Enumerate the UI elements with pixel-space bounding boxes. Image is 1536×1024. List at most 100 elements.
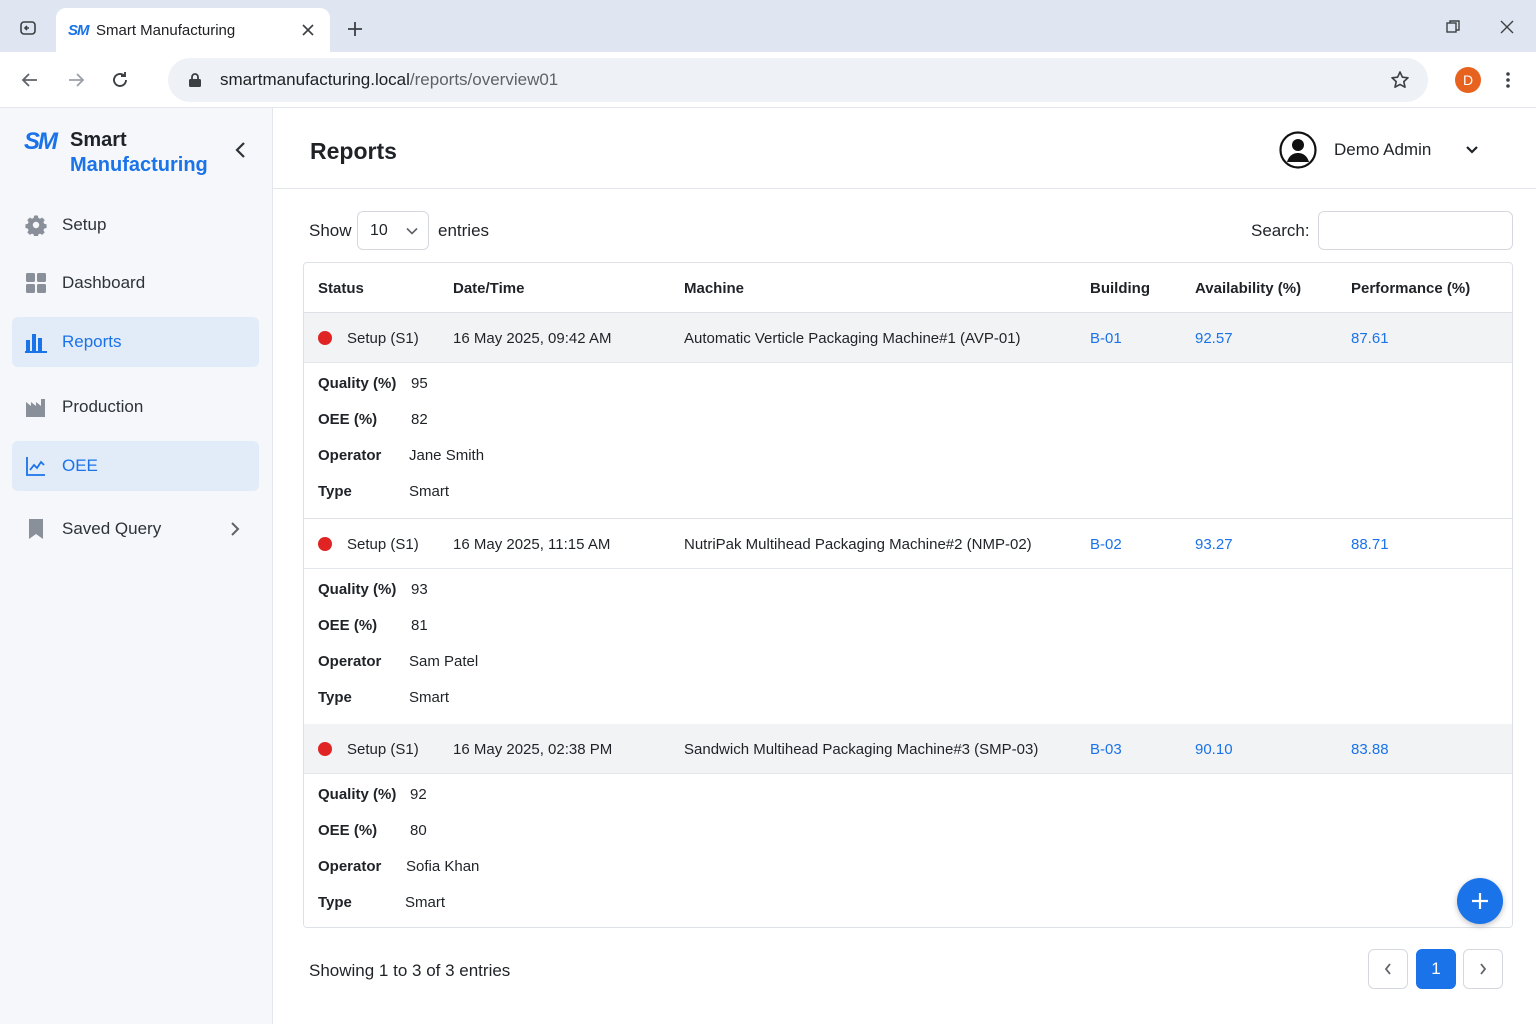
row-machine: Automatic Verticle Packaging Machine#1 (…	[684, 330, 1021, 347]
tab-title: Smart Manufacturing	[96, 21, 236, 39]
row-availability-link[interactable]: 93.27	[1195, 536, 1233, 553]
search-input[interactable]	[1318, 211, 1513, 250]
detail-label-quality: Quality (%)	[318, 786, 397, 803]
sidebar-item-label: Dashboard	[62, 273, 146, 292]
row-status: Setup (S1)	[347, 536, 419, 553]
column-header-machine[interactable]: Machine	[684, 280, 744, 297]
user-menu-chevron-down-icon[interactable]	[1461, 139, 1483, 161]
factory-icon	[24, 395, 48, 419]
browser-menu-icon[interactable]	[1496, 66, 1520, 94]
detail-label-type: Type	[318, 894, 352, 911]
brand-logo: SM	[24, 128, 58, 155]
plus-icon	[1472, 893, 1488, 909]
gear-icon	[24, 213, 48, 237]
row-availability-link[interactable]: 90.10	[1195, 741, 1233, 758]
row-detail: Quality (%) 95 OEE (%) 82 Operator Jane …	[304, 363, 1512, 519]
brand[interactable]: SM Smart Manufacturing	[24, 128, 208, 178]
row-status: Setup (S1)	[347, 741, 419, 758]
pagination-next-button[interactable]	[1463, 949, 1503, 989]
detail-label-oee: OEE (%)	[318, 617, 378, 634]
page-title: Reports	[310, 138, 397, 164]
row-building-link[interactable]: B-02	[1090, 536, 1122, 553]
profile-avatar[interactable]: D	[1455, 67, 1481, 93]
table-row[interactable]: Setup (S1) 16 May 2025, 09:42 AM Automat…	[304, 313, 1512, 363]
new-tab-plus-icon[interactable]	[342, 16, 368, 42]
column-header-availability[interactable]: Availability (%)	[1195, 280, 1301, 297]
sidebar-item-reports[interactable]: Reports	[12, 317, 259, 367]
search-label: Search:	[1251, 221, 1310, 240]
detail-label-oee: OEE (%)	[318, 822, 378, 839]
row-building-link[interactable]: B-03	[1090, 741, 1122, 758]
detail-label-quality: Quality (%)	[318, 581, 397, 598]
show-label: Show	[309, 221, 352, 240]
column-header-performance[interactable]: Performance (%)	[1351, 280, 1470, 297]
forward-arrow-icon[interactable]	[62, 66, 90, 94]
status-indicator-red	[318, 742, 332, 756]
collapse-sidebar-chevron-left-icon[interactable]	[228, 138, 252, 162]
detail-label-type: Type	[318, 483, 352, 500]
sidebar-item-saved-query[interactable]: Saved Query	[12, 504, 259, 554]
table-row[interactable]: Setup (S1) 16 May 2025, 02:38 PM Sandwic…	[304, 724, 1512, 774]
reload-icon[interactable]	[106, 66, 134, 94]
window-close-icon[interactable]	[1496, 16, 1518, 38]
line-chart-icon	[24, 454, 48, 478]
row-detail: Quality (%) 92 OEE (%) 80 Operator Sofia…	[304, 774, 1512, 927]
row-building-link[interactable]: B-01	[1090, 330, 1122, 347]
detail-value-oee: 81	[411, 617, 428, 634]
row-availability-link[interactable]: 92.57	[1195, 330, 1233, 347]
status-indicator-red	[318, 537, 332, 551]
address-bar[interactable]: smartmanufacturing.local/reports/overvie…	[168, 58, 1428, 102]
tab-search-icon[interactable]	[16, 16, 40, 40]
user-name[interactable]: Demo Admin	[1334, 140, 1431, 160]
detail-value-quality: 93	[411, 581, 428, 598]
sidebar: SM Smart Manufacturing Setup Dashboard R…	[0, 108, 273, 1024]
sidebar-item-label: OEE	[62, 456, 98, 475]
detail-value-oee: 80	[410, 822, 427, 839]
sidebar-item-label: Reports	[62, 332, 122, 351]
add-report-button[interactable]	[1457, 878, 1503, 924]
browser-toolbar: smartmanufacturing.local/reports/overvie…	[0, 52, 1536, 108]
bookmark-star-icon[interactable]	[1388, 68, 1412, 92]
sidebar-item-production[interactable]: Production	[12, 382, 259, 432]
entries-per-page-select[interactable]: 10	[357, 211, 429, 250]
pagination-previous-button[interactable]	[1368, 949, 1408, 989]
row-performance-link[interactable]: 87.61	[1351, 330, 1389, 347]
bar-chart-icon	[24, 330, 48, 354]
column-header-datetime[interactable]: Date/Time	[453, 280, 524, 297]
column-header-status[interactable]: Status	[318, 280, 364, 297]
detail-value-oee: 82	[411, 411, 428, 428]
url-text[interactable]: smartmanufacturing.local/reports/overvie…	[220, 70, 1388, 90]
detail-value-operator: Jane Smith	[409, 447, 485, 464]
grid-icon	[24, 271, 48, 295]
browser-tab[interactable]: SM Smart Manufacturing	[56, 8, 330, 52]
entries-select-value: 10	[370, 221, 388, 239]
table-row[interactable]: Setup (S1) 16 May 2025, 11:15 AM NutriPa…	[304, 519, 1512, 569]
row-datetime: 16 May 2025, 11:15 AM	[453, 536, 611, 553]
detail-value-operator: Sam Patel	[409, 653, 479, 670]
row-datetime: 16 May 2025, 09:42 AM	[453, 330, 612, 347]
sidebar-item-label: Saved Query	[62, 519, 162, 538]
window-restore-icon[interactable]	[1442, 16, 1464, 38]
table-header: Status Date/Time Machine Building Availa…	[304, 263, 1512, 313]
pagination-page-1-button[interactable]: 1	[1416, 949, 1456, 989]
row-status: Setup (S1)	[347, 330, 419, 347]
chevron-right-icon	[1480, 963, 1487, 975]
brand-line-2: Manufacturing	[70, 154, 208, 176]
user-avatar-icon[interactable]	[1279, 131, 1317, 169]
pagination-info: Showing 1 to 3 of 3 entries	[309, 961, 511, 980]
row-performance-link[interactable]: 88.71	[1351, 536, 1389, 553]
detail-value-quality: 95	[411, 375, 428, 392]
row-machine: NutriPak Multihead Packaging Machine#2 (…	[684, 536, 1032, 553]
sidebar-item-dashboard[interactable]: Dashboard	[12, 258, 259, 308]
back-arrow-icon[interactable]	[16, 66, 44, 94]
sidebar-item-setup[interactable]: Setup	[12, 200, 259, 250]
row-detail: Quality (%) 93 OEE (%) 81 Operator Sam P…	[304, 569, 1512, 725]
lock-icon[interactable]	[184, 69, 206, 91]
tab-close-icon[interactable]	[298, 20, 318, 40]
main-content: Reports Demo Admin Show 10 entries Searc…	[273, 108, 1536, 1024]
bookmark-icon	[24, 517, 48, 541]
row-performance-link[interactable]: 83.88	[1351, 741, 1389, 758]
row-datetime: 16 May 2025, 02:38 PM	[453, 741, 613, 758]
sidebar-item-oee[interactable]: OEE	[12, 441, 259, 491]
column-header-building[interactable]: Building	[1090, 280, 1150, 297]
